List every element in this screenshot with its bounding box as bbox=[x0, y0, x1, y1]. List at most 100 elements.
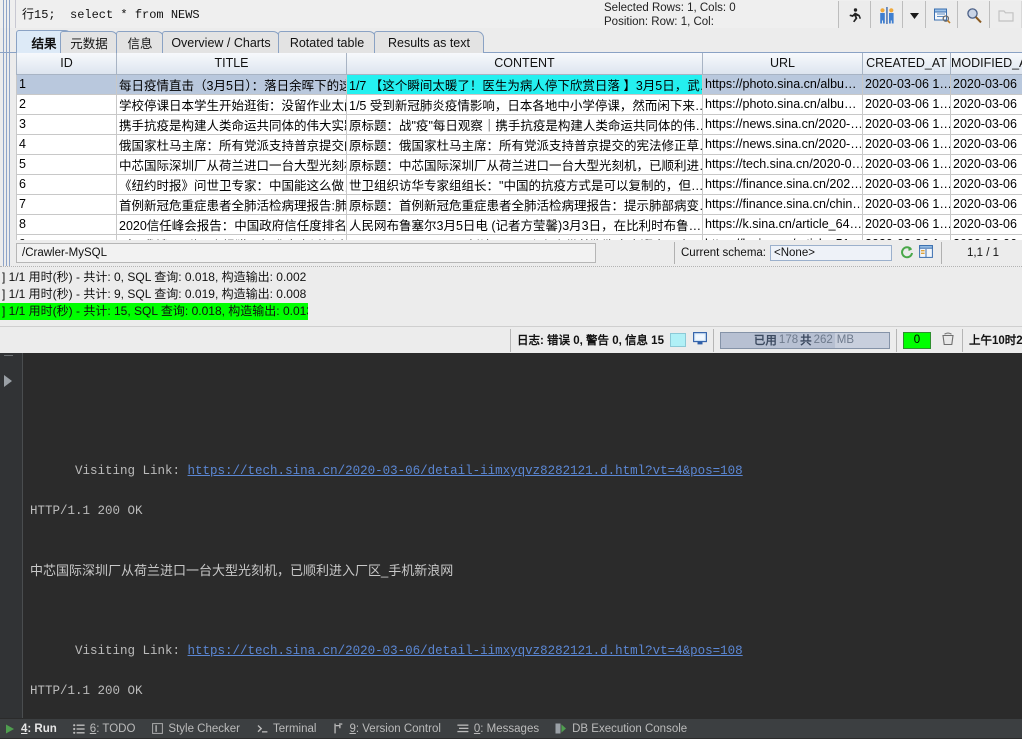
cell-created-at[interactable]: 2020-03-06 1… bbox=[863, 154, 951, 174]
cell-title[interactable]: 每日疫情直击（3月5日）：落日余晖下的这… bbox=[117, 74, 347, 94]
cell-modified-at[interactable]: 2020-03-06 … bbox=[951, 194, 1022, 214]
cell-created-at[interactable]: 2020-03-06 1… bbox=[863, 114, 951, 134]
connection-path-field[interactable]: /Crawler-MySQL bbox=[16, 243, 596, 263]
cell-id[interactable]: 2 bbox=[17, 94, 117, 114]
cell-title[interactable]: 携手抗疫是构建人类命运共同体的伟大实践_… bbox=[117, 114, 347, 134]
cell-url[interactable]: https://tech.sina.cn/2020-0… bbox=[703, 154, 863, 174]
run-script-button[interactable] bbox=[838, 1, 871, 30]
current-schema-value[interactable]: <None> bbox=[770, 245, 892, 261]
cell-url[interactable]: https://finance.sina.cn/202… bbox=[703, 174, 863, 194]
cell-id[interactable]: 7 bbox=[17, 194, 117, 214]
tool-window-run[interactable]: 4: Run bbox=[0, 719, 69, 739]
cell-modified-at[interactable]: 2020-03-06 … bbox=[951, 114, 1022, 134]
edit-value-button[interactable] bbox=[925, 1, 958, 30]
tool-window-messages[interactable]: 0: Messages bbox=[453, 719, 551, 739]
cell-modified-at[interactable]: 2020-03-06 … bbox=[951, 214, 1022, 234]
column-header-created-at[interactable]: CREATED_AT bbox=[863, 53, 951, 74]
monitor-icon[interactable] bbox=[693, 332, 707, 348]
table-row[interactable]: 5 中芯国际深圳厂从荷兰进口一台大型光刻机… 原标题：中芯国际深圳厂从荷兰进口一… bbox=[17, 154, 1022, 174]
open-folder-button[interactable] bbox=[989, 1, 1022, 30]
cell-title[interactable]: 学校停课日本学生开始逛街：没留作业太闲… bbox=[117, 94, 347, 114]
cell-title[interactable]: 2020信任峰会报告：中国政府信任度排名蝉… bbox=[117, 214, 347, 234]
cell-content[interactable]: 1/5 受到新冠肺炎疫情影响，日本各地中小学停课，然而闲下来… bbox=[347, 94, 703, 114]
result-grid[interactable]: ID TITLE CONTENT URL CREATED_AT MODIFIED… bbox=[0, 53, 1022, 240]
cell-content[interactable]: 原标题：战"疫"每日观察｜携手抗疫是构建人类命运共同体的伟… bbox=[347, 114, 703, 134]
trash-icon[interactable] bbox=[940, 331, 956, 349]
query-bar: 行15; select * from NEWS Selected Rows: 1… bbox=[0, 0, 1022, 28]
cell-created-at[interactable]: 2020-03-06 1… bbox=[863, 174, 951, 194]
cell-title[interactable]: 俄国家杜马主席：所有党派支持普京提交的… bbox=[117, 134, 347, 154]
gc-cell[interactable]: 0 bbox=[896, 329, 962, 352]
cell-url[interactable]: https://photo.sina.cn/albu… bbox=[703, 94, 863, 114]
cell-created-at[interactable]: 2020-03-06 1… bbox=[863, 134, 951, 154]
tool-window-terminal[interactable]: Terminal bbox=[252, 719, 328, 739]
compare-dropdown-button[interactable] bbox=[902, 1, 926, 30]
current-schema-box: Current schema: <None> bbox=[674, 242, 942, 264]
console-scroll-arrow-icon[interactable] bbox=[4, 375, 12, 387]
cell-url[interactable]: https://k.sina.cn/article_64… bbox=[703, 214, 863, 234]
cell-created-at[interactable]: 2020-03-06 1… bbox=[863, 94, 951, 114]
tab-metadata[interactable]: 元数据 bbox=[60, 31, 118, 53]
memory-indicator-cell[interactable]: 已用 178 共 262 MB bbox=[713, 329, 896, 352]
table-row[interactable]: 4 俄国家杜马主席：所有党派支持普京提交的… 原标题：俄国家杜马主席：所有党派支… bbox=[17, 134, 1022, 154]
table-row[interactable]: 2 学校停课日本学生开始逛街：没留作业太闲… 1/5 受到新冠肺炎疫情影响，日本… bbox=[17, 94, 1022, 114]
cell-created-at[interactable]: 2020-03-06 1… bbox=[863, 194, 951, 214]
cell-content[interactable]: 原标题：俄国家杜马主席：所有党派支持普京提交的宪法修正草… bbox=[347, 134, 703, 154]
table-row[interactable]: 8 2020信任峰会报告：中国政府信任度排名蝉… 人民网布鲁塞尔3月5日电 (记… bbox=[17, 214, 1022, 234]
cell-modified-at[interactable]: 2020-03-06 … bbox=[951, 134, 1022, 154]
cell-content[interactable]: 世卫组织访华专家组组长："中国的抗疫方式是可以复制的，但… bbox=[347, 174, 703, 194]
table-row[interactable]: 3 携手抗疫是构建人类命运共同体的伟大实践_… 原标题：战"疫"每日观察｜携手抗… bbox=[17, 114, 1022, 134]
cell-modified-at[interactable]: 2020-03-06 … bbox=[951, 94, 1022, 114]
tab-results-as-text[interactable]: Results as text bbox=[374, 31, 484, 53]
tab-info[interactable]: 信息 bbox=[116, 31, 164, 53]
run-console[interactable]: A News Link: https://tech.sina.cn/2020-0… bbox=[0, 353, 1022, 718]
cell-created-at[interactable]: 2020-03-06 1… bbox=[863, 74, 951, 94]
cell-id[interactable]: 6 bbox=[17, 174, 117, 194]
cell-title[interactable]: 首例新冠危重症患者全肺活检病理报告:肺成… bbox=[117, 194, 347, 214]
tab-rotated-table[interactable]: Rotated table bbox=[278, 31, 376, 53]
console-divider bbox=[22, 353, 23, 718]
log-summary-cell[interactable]: 日志: 错误 0, 警告 0, 信息 15 bbox=[510, 329, 713, 352]
cell-modified-at[interactable]: 2020-03-06 … bbox=[951, 74, 1022, 94]
tool-window-todo[interactable]: 6: TODO bbox=[69, 719, 148, 739]
console-link[interactable]: https://tech.sina.cn/2020-03-06/detail-i… bbox=[188, 464, 743, 478]
tool-window-db-execution-console[interactable]: DB Execution Console bbox=[551, 719, 699, 739]
column-header-content[interactable]: CONTENT bbox=[347, 53, 703, 74]
table-row[interactable]: 7 首例新冠危重症患者全肺活检病理报告:肺成… 原标题：首例新冠危重症患者全肺活… bbox=[17, 194, 1022, 214]
cell-title[interactable]: 中芯国际深圳厂从荷兰进口一台大型光刻机… bbox=[117, 154, 347, 174]
cell-content[interactable]: 原标题：中芯国际深圳厂从荷兰进口一台大型光刻机，已顺利进… bbox=[347, 154, 703, 174]
tool-window-style-checker[interactable]: Style Checker bbox=[147, 719, 252, 739]
cell-url[interactable]: https://finance.sina.cn/chin… bbox=[703, 194, 863, 214]
column-header-modified-at[interactable]: MODIFIED_AT bbox=[951, 53, 1022, 74]
column-header-id[interactable]: ID bbox=[17, 53, 117, 74]
refresh-icon[interactable] bbox=[900, 245, 914, 262]
cell-content[interactable]: 原标题：首例新冠危重症患者全肺活检病理报告：提示肺部病变… bbox=[347, 194, 703, 214]
table-row[interactable]: 1 每日疫情直击（3月5日）：落日余晖下的这… 1/7 【这个瞬间太暖了！医生为… bbox=[17, 74, 1022, 94]
console-link[interactable]: https://tech.sina.cn/2020-03-06/detail-i… bbox=[188, 644, 743, 658]
cell-url[interactable]: https://news.sina.cn/2020-… bbox=[703, 114, 863, 134]
cell-id[interactable]: 8 bbox=[17, 214, 117, 234]
console-output: A News Link: https://tech.sina.cn/2020-0… bbox=[30, 353, 885, 718]
compare-data-button[interactable] bbox=[870, 1, 903, 30]
cell-title[interactable]: 《纽约时报》问世卫专家：中国能这么做，… bbox=[117, 174, 347, 194]
memory-bar[interactable]: 已用 178 共 262 MB bbox=[720, 332, 890, 349]
find-button[interactable] bbox=[957, 1, 990, 30]
column-header-title[interactable]: TITLE bbox=[117, 53, 347, 74]
cell-modified-at[interactable]: 2020-03-06 … bbox=[951, 154, 1022, 174]
cell-modified-at[interactable]: 2020-03-06 … bbox=[951, 174, 1022, 194]
cell-id[interactable]: 3 bbox=[17, 114, 117, 134]
cell-content[interactable]: 1/7 【这个瞬间太暖了！医生为病人停下欣赏日落 】3月5日，武… bbox=[347, 74, 703, 94]
cell-id[interactable]: 1 bbox=[17, 74, 117, 94]
cell-id[interactable]: 4 bbox=[17, 134, 117, 154]
cell-url[interactable]: https://news.sina.cn/2020-… bbox=[703, 134, 863, 154]
tab-label: Overview / Charts bbox=[171, 36, 270, 50]
schema-table-icon[interactable] bbox=[919, 245, 933, 261]
column-header-url[interactable]: URL bbox=[703, 53, 863, 74]
table-row[interactable]: 6 《纽约时报》问世卫专家：中国能这么做，… 世卫组织访华专家组组长："中国的抗… bbox=[17, 174, 1022, 194]
cell-id[interactable]: 5 bbox=[17, 154, 117, 174]
cell-created-at[interactable]: 2020-03-06 1… bbox=[863, 214, 951, 234]
cell-url[interactable]: https://photo.sina.cn/albu… bbox=[703, 74, 863, 94]
tab-overview-charts[interactable]: Overview / Charts bbox=[162, 31, 280, 53]
cell-content[interactable]: 人民网布鲁塞尔3月5日电 (记者方莹馨)3月3日，在比利时布鲁… bbox=[347, 214, 703, 234]
tool-window-version-control[interactable]: 9: Version Control bbox=[328, 719, 452, 739]
